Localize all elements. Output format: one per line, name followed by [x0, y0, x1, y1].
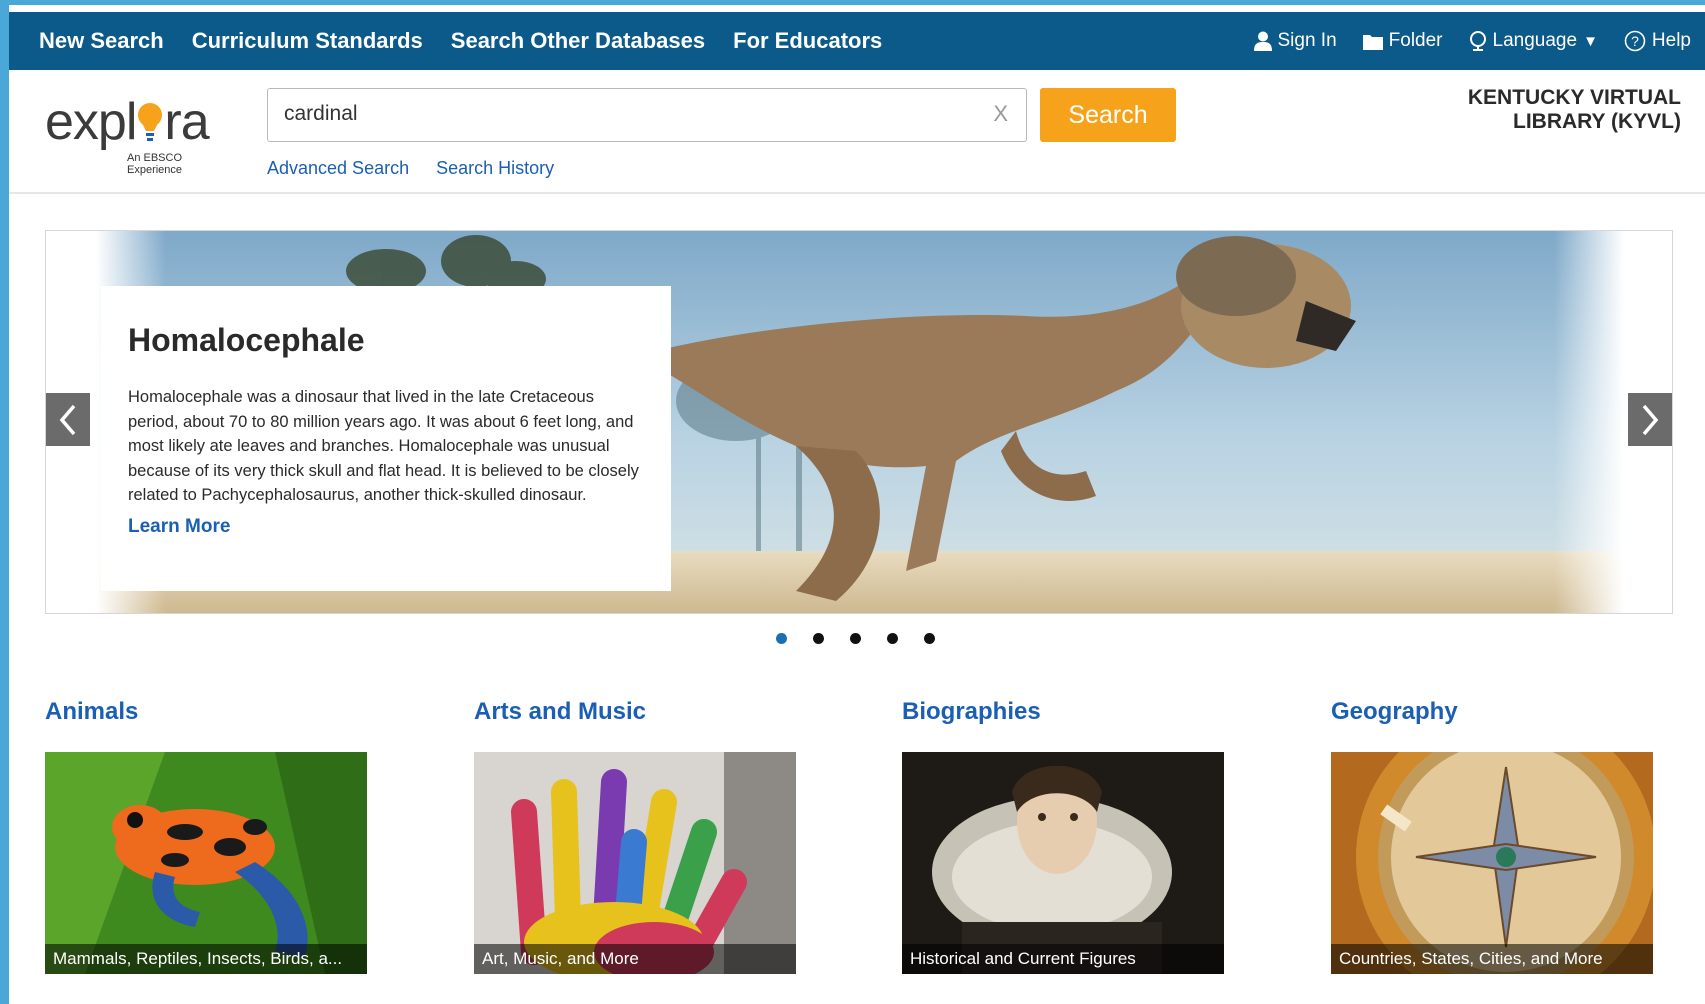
globe-icon: [1469, 31, 1486, 51]
library-name: KENTUCKY VIRTUAL LIBRARY (KYVL): [1421, 86, 1681, 134]
clear-search-button[interactable]: X: [993, 101, 1008, 127]
help-link[interactable]: ? Help: [1624, 30, 1691, 52]
category-thumbnail[interactable]: Historical and Current Figures: [902, 752, 1224, 974]
carousel-dots: [776, 633, 935, 644]
help-label: Help: [1651, 30, 1691, 51]
compass-image: [1331, 752, 1653, 974]
help-icon: ?: [1624, 30, 1646, 52]
library-name-line2: LIBRARY (KYVL): [1513, 110, 1681, 133]
category-geography: Geography Countries, States, Cities, and…: [1331, 698, 1653, 974]
logo-tagline: An EBSCO Experience: [127, 152, 183, 176]
search-box: X: [267, 88, 1027, 142]
user-icon: [1253, 31, 1272, 51]
category-title[interactable]: Biographies: [902, 698, 1224, 726]
search-button[interactable]: Search: [1040, 88, 1176, 142]
top-nav: New Search Curriculum Standards Search O…: [9, 12, 1705, 70]
feature-description: Homalocephale was a dinosaur that lived …: [128, 388, 639, 504]
category-biographies: Biographies Historical and Current Figur…: [902, 698, 1224, 974]
lightbulb-icon: [138, 103, 163, 141]
logo-suffix: ra: [164, 93, 209, 151]
nav-search-other-databases[interactable]: Search Other Databases: [451, 28, 705, 54]
logo-wordmark: expl ra: [45, 96, 235, 148]
category-arts-and-music: Arts and Music Art, Music, and More: [474, 698, 796, 974]
sign-in-label: Sign In: [1277, 30, 1337, 51]
svg-text:?: ?: [1631, 33, 1639, 49]
logo-prefix: expl: [45, 93, 137, 151]
header: explra An EBSCO Experience X Search Adva…: [9, 70, 1705, 194]
nav-new-search[interactable]: New Search: [39, 28, 164, 54]
category-title[interactable]: Geography: [1331, 698, 1653, 726]
folder-icon: [1362, 34, 1383, 50]
feature-panel: Homalocephale Homalocephale was a dinosa…: [101, 286, 671, 591]
explora-logo[interactable]: expl ra An EBSCO Experience: [45, 96, 235, 176]
caret-down-icon: ▼: [1583, 32, 1598, 50]
learn-more-link[interactable]: Learn More: [128, 516, 645, 538]
category-title[interactable]: Arts and Music: [474, 698, 796, 726]
folder-link[interactable]: Folder: [1362, 30, 1443, 52]
category-caption: Historical and Current Figures: [902, 944, 1224, 974]
category-caption: Countries, States, Cities, and More: [1331, 944, 1653, 974]
nav-for-educators[interactable]: For Educators: [733, 28, 882, 54]
top-nav-links: New Search Curriculum Standards Search O…: [39, 12, 882, 70]
category-thumbnail[interactable]: Mammals, Reptiles, Insects, Birds, a...: [45, 752, 367, 974]
category-caption: Mammals, Reptiles, Insects, Birds, a...: [45, 944, 367, 974]
nav-curriculum-standards[interactable]: Curriculum Standards: [192, 28, 423, 54]
carousel-dot-2[interactable]: [813, 633, 824, 644]
carousel-dot-1[interactable]: [776, 633, 787, 644]
language-label: Language: [1492, 30, 1578, 51]
carousel-dot-5[interactable]: [924, 633, 935, 644]
carousel-dot-3[interactable]: [850, 633, 861, 644]
feature-title: Homalocephale: [128, 322, 365, 358]
sign-in-link[interactable]: Sign In: [1253, 30, 1337, 52]
category-thumbnail[interactable]: Art, Music, and More: [474, 752, 796, 974]
search-sublinks: Advanced Search Search History: [267, 158, 554, 179]
library-name-line1: KENTUCKY VIRTUAL: [1467, 86, 1681, 109]
chevron-left-icon: [59, 404, 76, 435]
frog-image: [45, 752, 367, 974]
carousel-next-button[interactable]: [1628, 393, 1672, 446]
portrait-image: [902, 752, 1224, 974]
carousel-prev-button[interactable]: [46, 393, 90, 446]
painted-hands-image: [474, 752, 796, 974]
category-caption: Art, Music, and More: [474, 944, 796, 974]
folder-label: Folder: [1388, 30, 1443, 51]
language-menu[interactable]: Language ▼: [1469, 30, 1598, 52]
advanced-search-link[interactable]: Advanced Search: [267, 158, 409, 179]
chevron-right-icon: [1642, 404, 1659, 435]
feature-carousel: Homalocephale Homalocephale was a dinosa…: [45, 230, 1673, 614]
category-title[interactable]: Animals: [45, 698, 367, 726]
category-thumbnail[interactable]: Countries, States, Cities, and More: [1331, 752, 1653, 974]
carousel-dot-4[interactable]: [887, 633, 898, 644]
top-nav-utilities: Sign In Folder Language ▼ ? Help: [1253, 12, 1691, 70]
search-input[interactable]: [268, 89, 968, 139]
search-history-link[interactable]: Search History: [436, 158, 554, 179]
category-animals: Animals Mammals, Reptiles, Insects, Bird…: [45, 698, 367, 974]
